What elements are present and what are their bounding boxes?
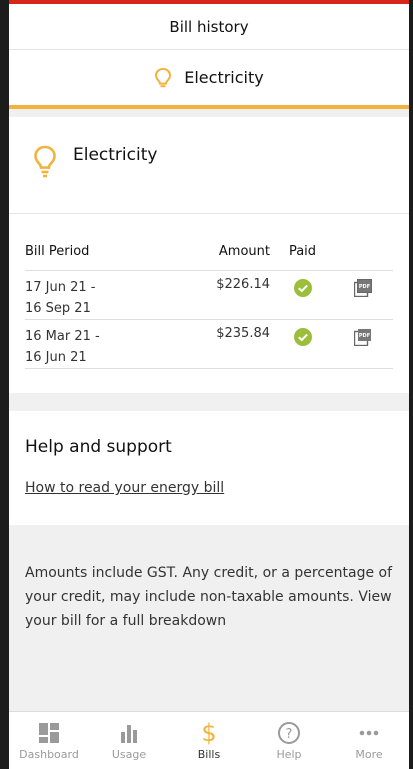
pdf-icon[interactable]: PDF: [335, 326, 390, 368]
nav-bills[interactable]: $ Bills: [169, 712, 249, 769]
bill-table: Bill Period Amount Paid 17 Jun 21 - 16 S…: [9, 214, 409, 393]
help-title: Help and support: [25, 437, 172, 457]
paid-check-icon: [270, 326, 335, 368]
dollar-icon: $: [201, 719, 217, 747]
lightbulb-icon: [33, 145, 57, 179]
nav-usage[interactable]: Usage: [89, 712, 169, 769]
svg-text:PDF: PDF: [358, 284, 369, 290]
nav-label: Usage: [111, 748, 147, 761]
column-header-paid: Paid: [288, 244, 317, 259]
bill-amount: $235.84: [216, 326, 270, 341]
page-title: Bill history: [169, 17, 249, 36]
dashboard-icon: [38, 720, 60, 746]
nav-help[interactable]: ? Help: [249, 712, 329, 769]
svg-text:?: ?: [286, 727, 293, 742]
app-screen: Bill history Electricity Electricity Bil…: [9, 0, 409, 769]
nav-label: Bills: [197, 748, 221, 761]
question-circle-icon: ?: [277, 720, 301, 746]
table-row[interactable]: 16 Mar 21 - 16 Jun 21 $235.84 PDF: [25, 320, 393, 369]
bottom-nav: Dashboard Usage $ Bills ? Help More: [9, 711, 409, 769]
period-end: 16 Sep 21: [25, 301, 91, 316]
svg-text:PDF: PDF: [358, 333, 369, 339]
period-end: 16 Jun 21: [25, 350, 87, 365]
bill-period: 16 Mar 21 - 16 Jun 21: [25, 326, 200, 368]
lightbulb-icon: [154, 67, 172, 89]
table-row[interactable]: 17 Jun 21 - 16 Sep 21 $226.14 PDF: [25, 271, 393, 320]
period-start: 16 Mar 21 -: [25, 329, 100, 344]
paid-check-icon: [270, 277, 335, 319]
nav-label: More: [355, 748, 383, 761]
more-dots-icon: [358, 720, 380, 746]
help-section: Help and support How to read your energy…: [9, 411, 409, 525]
column-header-amount: Amount: [218, 244, 270, 259]
bill-amount: $226.14: [216, 277, 270, 292]
bar-chart-icon: [118, 720, 140, 746]
bill-history-card: Electricity Bill Period Amount Paid 17 J…: [9, 117, 409, 393]
column-header-period: Bill Period: [25, 244, 90, 259]
table-header: Bill Period Amount Paid: [25, 244, 393, 271]
nav-label: Dashboard: [19, 748, 79, 761]
energy-bill-help-link[interactable]: How to read your energy bill: [25, 480, 224, 496]
period-start: 17 Jun 21 -: [25, 280, 96, 295]
tab-electricity[interactable]: Electricity: [9, 50, 409, 105]
account-title: Electricity: [73, 145, 158, 165]
gst-note: Amounts include GST. Any credit, or a pe…: [25, 565, 393, 629]
nav-dashboard[interactable]: Dashboard: [9, 712, 89, 769]
nav-label: Help: [276, 748, 302, 761]
page-header: Bill history: [9, 4, 409, 50]
tab-label: Electricity: [184, 68, 264, 87]
bill-period: 17 Jun 21 - 16 Sep 21: [25, 277, 200, 319]
nav-more[interactable]: More: [329, 712, 409, 769]
pdf-icon[interactable]: PDF: [335, 277, 390, 319]
account-header: Electricity: [9, 117, 409, 214]
